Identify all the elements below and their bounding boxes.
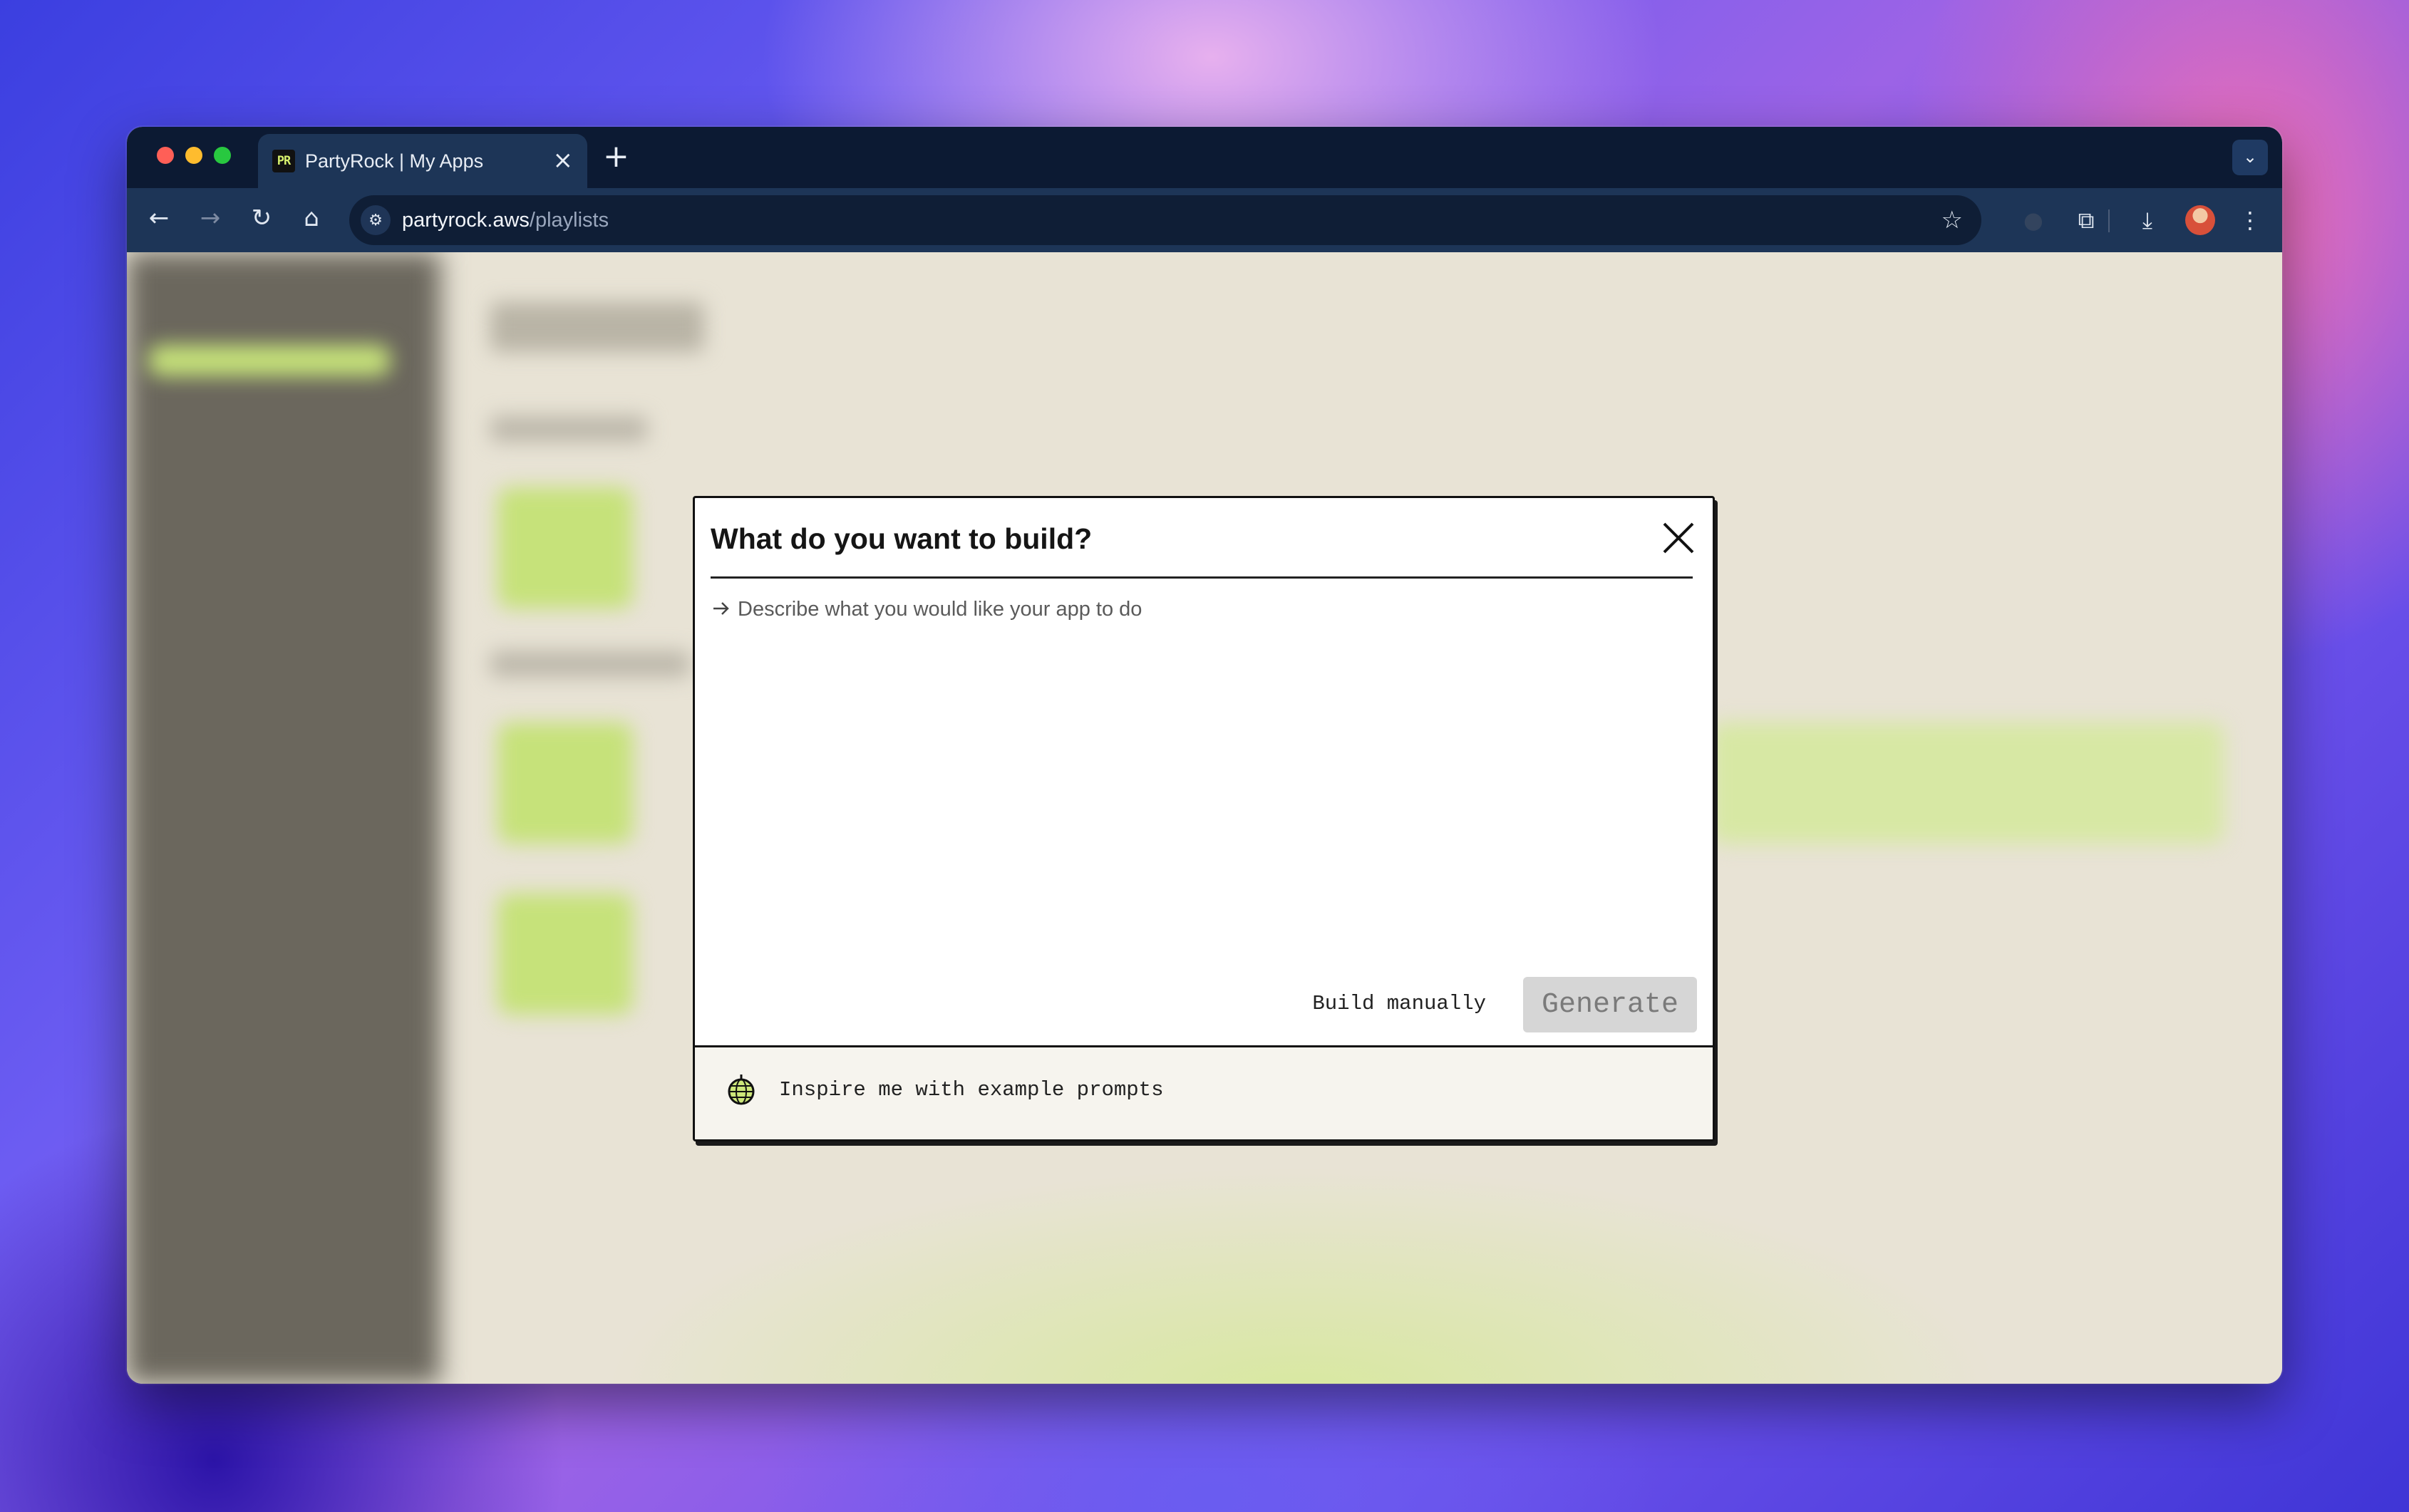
blurred-app-card-3 (497, 894, 633, 1015)
blurred-app-card-1 (497, 487, 633, 609)
reload-icon[interactable]: ↻ (245, 204, 278, 237)
tab-search-chevron-icon[interactable]: ⌄ (2232, 140, 2268, 175)
inspire-me-link[interactable]: Inspire me with example prompts (779, 1077, 1164, 1103)
toolbar-divider (2108, 209, 2110, 232)
blurred-app-card-2 (497, 723, 633, 844)
url-host: partyrock.aws (402, 209, 530, 232)
build-app-dialog: What do you want to build? Build manuall… (693, 496, 1715, 1141)
profile-avatar[interactable] (2185, 205, 2215, 235)
download-icon[interactable]: ⤓ (2131, 204, 2164, 237)
new-tab-button[interactable]: + (603, 140, 629, 174)
disco-ball-icon (728, 1075, 755, 1105)
partyrock-favicon-icon: PR (272, 150, 295, 172)
blurred-section-heading (490, 416, 647, 442)
tab-partyrock[interactable]: PR PartyRock | My Apps × (258, 134, 587, 188)
close-window-button[interactable] (157, 147, 174, 164)
blurred-app-card-4 (1711, 723, 2224, 844)
build-manually-button[interactable]: Build manually (1312, 991, 1486, 1017)
prompt-input[interactable] (738, 596, 1664, 622)
browser-toolbar: ← → ↻ ⌂ ⚙ partyrock.aws/playlists ☆ ● ⧉ … (127, 188, 2282, 252)
browser-window: PR PartyRock | My Apps × + ⌄ ← → ↻ ⌂ ⚙ p… (127, 127, 2282, 1384)
page-content: What do you want to build? Build manuall… (127, 252, 2282, 1384)
dialog-title: What do you want to build? (711, 522, 1093, 555)
blurred-sidebar (127, 252, 440, 1384)
extensions-icon[interactable]: ⧉ (2070, 204, 2103, 237)
blurred-page-title (490, 302, 704, 352)
back-icon[interactable]: ← (143, 204, 175, 237)
tab-title: PartyRock | My Apps (305, 150, 484, 172)
tab-bar: PR PartyRock | My Apps × + ⌄ (127, 127, 2282, 188)
forward-icon[interactable]: → (194, 204, 227, 237)
maximize-window-button[interactable] (214, 147, 231, 164)
url-text[interactable]: partyrock.aws/playlists (402, 208, 609, 232)
site-settings-icon[interactable]: ⚙ (361, 205, 391, 235)
blurred-section-heading-2 (490, 651, 690, 677)
prompt-row (711, 596, 1693, 625)
home-icon[interactable]: ⌂ (295, 204, 328, 237)
generate-button[interactable]: Generate (1523, 977, 1697, 1032)
bookmark-star-icon[interactable]: ☆ (1941, 205, 1963, 235)
blurred-sidebar-button (148, 345, 391, 376)
tab-close-button[interactable]: × (553, 147, 574, 174)
close-icon[interactable] (1659, 518, 1698, 558)
more-menu-icon[interactable]: ⋮ (2234, 204, 2266, 237)
url-path: /playlists (529, 209, 609, 232)
extension-dark-icon[interactable]: ● (2017, 204, 2050, 237)
address-bar[interactable]: ⚙ partyrock.aws/playlists ☆ (349, 195, 1981, 245)
arrow-right-icon (713, 602, 729, 615)
inspire-footer[interactable]: Inspire me with example prompts (695, 1045, 1713, 1139)
minimize-window-button[interactable] (185, 147, 202, 164)
title-divider (711, 576, 1693, 579)
